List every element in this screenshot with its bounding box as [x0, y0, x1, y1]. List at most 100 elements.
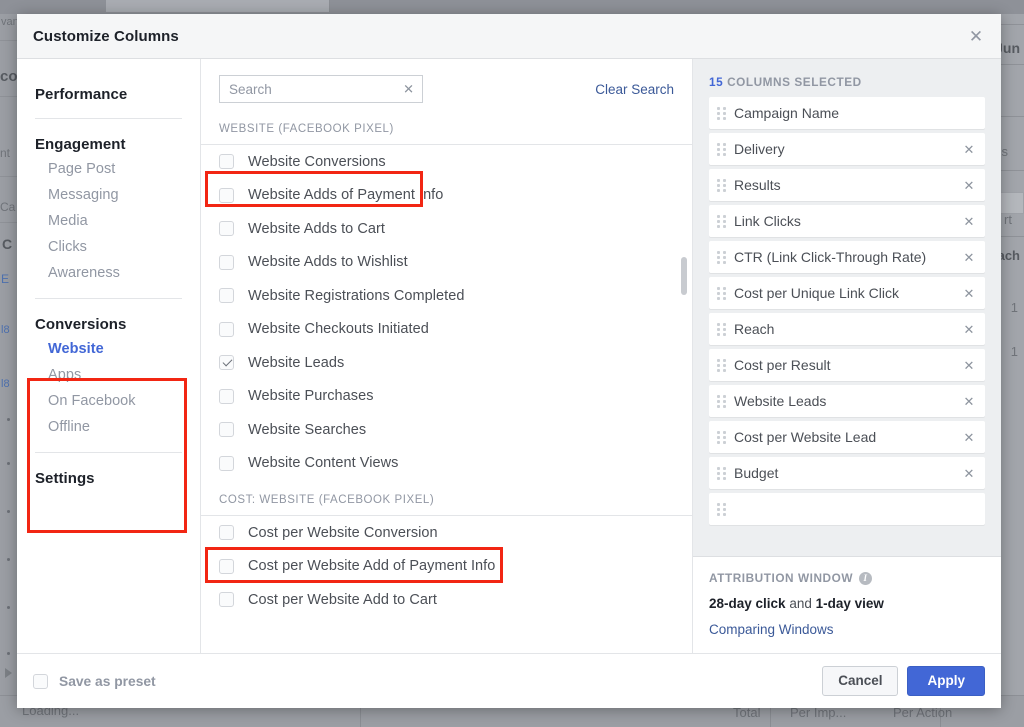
checkbox[interactable] [219, 389, 234, 404]
remove-column-icon[interactable]: ✕ [961, 395, 977, 408]
attribution-window-section: ATTRIBUTION WINDOW i 28-day click and 1-… [693, 556, 1001, 653]
remove-column-icon[interactable]: ✕ [961, 179, 977, 192]
sidebar-item-apps[interactable]: Apps [35, 362, 182, 388]
sidebar-item-offline[interactable]: Offline [35, 414, 182, 440]
selected-column-item[interactable]: Results ✕ [709, 169, 985, 201]
drag-handle-icon[interactable] [715, 502, 727, 516]
option-label: Website Purchases [248, 388, 374, 404]
sidebar-item-awareness[interactable]: Awareness [35, 260, 182, 286]
sidebar-item-website[interactable]: Website [35, 336, 182, 362]
comparing-windows-link[interactable]: Comparing Windows [709, 622, 985, 637]
checkbox-checked[interactable] [219, 355, 234, 370]
drag-handle-icon[interactable] [715, 142, 727, 156]
save-as-preset-control[interactable]: Save as preset [33, 674, 156, 689]
checkbox[interactable] [219, 559, 234, 574]
sidebar-item-clicks[interactable]: Clicks [35, 234, 182, 260]
selected-column-item[interactable]: Budget ✕ [709, 457, 985, 489]
save-preset-checkbox[interactable] [33, 674, 48, 689]
option-row[interactable]: Website Adds of Payment Info [201, 179, 692, 213]
option-row[interactable]: Website Checkouts Initiated [201, 313, 692, 347]
option-row[interactable]: Website Content Views [201, 447, 692, 481]
options-scroll-area[interactable]: WEBSITE (FACEBOOK PIXEL) Website Convers… [201, 115, 692, 653]
drag-handle-icon[interactable] [715, 106, 727, 120]
sidebar-heading-conversions[interactable]: Conversions [35, 311, 182, 336]
drag-handle-icon[interactable] [715, 394, 727, 408]
divider [35, 298, 182, 299]
drag-handle-icon[interactable] [715, 214, 727, 228]
drag-handle-icon[interactable] [715, 286, 727, 300]
selected-columns-list[interactable]: Campaign Name Delivery ✕ Results ✕ [693, 97, 1001, 556]
option-row[interactable]: Website Conversions [201, 145, 692, 179]
customize-columns-dialog: Customize Columns ✕ Performance Engageme… [17, 14, 1001, 708]
drag-handle-icon[interactable] [715, 178, 727, 192]
option-row[interactable]: Website Searches [201, 413, 692, 447]
background-fragment: s [1002, 144, 1009, 159]
selected-column-item[interactable]: Delivery ✕ [709, 133, 985, 165]
selected-column-item[interactable]: Reach ✕ [709, 313, 985, 345]
remove-column-icon[interactable]: ✕ [961, 431, 977, 444]
option-row[interactable]: Cost per Website Conversion [201, 516, 692, 550]
checkbox[interactable] [219, 221, 234, 236]
attribution-heading: ATTRIBUTION WINDOW i [709, 571, 985, 585]
selected-column-label: Website Leads [734, 393, 961, 410]
selected-column-item[interactable]: Link Clicks ✕ [709, 205, 985, 237]
remove-column-icon[interactable]: ✕ [961, 143, 977, 156]
remove-column-icon[interactable]: ✕ [961, 287, 977, 300]
sidebar-heading-performance[interactable]: Performance [35, 81, 182, 106]
search-input[interactable] [220, 82, 422, 97]
option-row[interactable]: Website Purchases [201, 380, 692, 414]
checkbox[interactable] [219, 255, 234, 270]
checkbox[interactable] [219, 288, 234, 303]
checkbox[interactable] [219, 154, 234, 169]
selected-column-item-partial[interactable] [709, 493, 985, 525]
background-dot [7, 558, 10, 561]
clear-search-link[interactable]: Clear Search [595, 82, 674, 97]
drag-handle-icon[interactable] [715, 250, 727, 264]
option-label: Cost per Website Conversion [248, 525, 438, 541]
divider [35, 118, 182, 119]
close-icon[interactable]: ✕ [965, 25, 987, 47]
checkbox[interactable] [219, 188, 234, 203]
option-row[interactable]: Cost per Website Add to Cart [201, 583, 692, 617]
option-row[interactable]: Website Adds to Cart [201, 212, 692, 246]
clear-icon[interactable]: ✕ [403, 83, 414, 96]
remove-column-icon[interactable]: ✕ [961, 467, 977, 480]
option-row[interactable]: Website Registrations Completed [201, 279, 692, 313]
background-dot [7, 462, 10, 465]
selected-column-item[interactable]: Cost per Website Lead ✕ [709, 421, 985, 453]
drag-handle-icon[interactable] [715, 466, 727, 480]
scrollbar-thumb[interactable] [681, 257, 687, 295]
selected-column-item[interactable]: CTR (Link Click-Through Rate) ✕ [709, 241, 985, 273]
checkbox[interactable] [219, 592, 234, 607]
background-expand-icon [5, 668, 12, 678]
checkbox[interactable] [219, 322, 234, 337]
sidebar-item-messaging[interactable]: Messaging [35, 182, 182, 208]
drag-handle-icon[interactable] [715, 322, 727, 336]
sidebar-item-media[interactable]: Media [35, 208, 182, 234]
sidebar-item-page-post[interactable]: Page Post [35, 156, 182, 182]
option-row[interactable]: Website Leads [201, 346, 692, 380]
drag-handle-icon[interactable] [715, 358, 727, 372]
remove-column-icon[interactable]: ✕ [961, 251, 977, 264]
sidebar-heading-settings[interactable]: Settings [35, 465, 182, 490]
option-row[interactable]: Cost per Website Add of Payment Info [201, 550, 692, 584]
apply-button[interactable]: Apply [907, 666, 985, 696]
option-row[interactable]: Website Adds to Wishlist [201, 246, 692, 280]
selected-column-item[interactable]: Cost per Unique Link Click ✕ [709, 277, 985, 309]
info-icon[interactable]: i [859, 572, 872, 585]
checkbox[interactable] [219, 525, 234, 540]
selected-column-label: Link Clicks [734, 213, 961, 230]
selected-column-item[interactable]: Website Leads ✕ [709, 385, 985, 417]
selected-column-item[interactable]: Cost per Result ✕ [709, 349, 985, 381]
remove-column-icon[interactable]: ✕ [961, 323, 977, 336]
sidebar-item-on-facebook[interactable]: On Facebook [35, 388, 182, 414]
selected-columns-pane: 15 COLUMNS SELECTED Campaign Name Delive… [693, 59, 1001, 653]
sidebar-heading-engagement[interactable]: Engagement [35, 131, 182, 156]
checkbox[interactable] [219, 422, 234, 437]
selected-column-item[interactable]: Campaign Name [709, 97, 985, 129]
remove-column-icon[interactable]: ✕ [961, 359, 977, 372]
cancel-button[interactable]: Cancel [822, 666, 898, 696]
drag-handle-icon[interactable] [715, 430, 727, 444]
remove-column-icon[interactable]: ✕ [961, 215, 977, 228]
checkbox[interactable] [219, 456, 234, 471]
